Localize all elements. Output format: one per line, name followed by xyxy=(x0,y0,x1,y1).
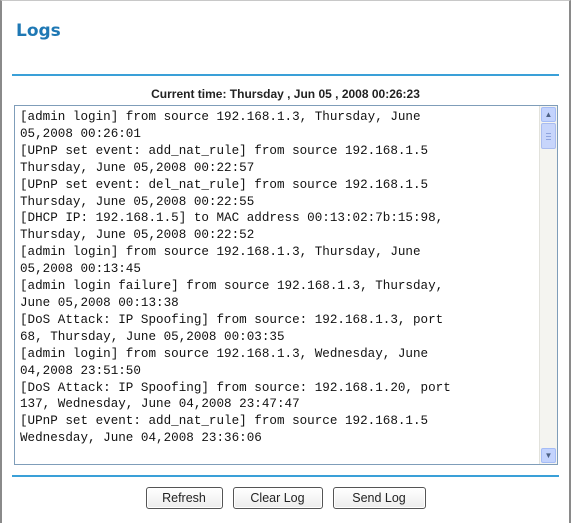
page-title: Logs xyxy=(16,21,61,41)
divider-top xyxy=(12,74,559,76)
log-line: Wednesday, June 04,2008 23:36:06 xyxy=(20,431,262,446)
scroll-up-icon[interactable]: ▲ xyxy=(541,107,556,122)
log-textarea[interactable]: [admin login] from source 192.168.1.3, T… xyxy=(14,105,558,465)
log-line: Thursday, June 05,2008 00:22:52 xyxy=(20,228,255,243)
log-line: [admin login failure] from source 192.16… xyxy=(20,279,444,294)
log-line: [admin login] from source 192.168.1.3, T… xyxy=(20,110,421,124)
scroll-down-icon[interactable]: ▼ xyxy=(541,448,556,463)
button-row: Refresh Clear Log Send Log xyxy=(2,487,569,509)
log-line: [DoS Attack: IP Spoofing] from source: 1… xyxy=(20,312,444,327)
log-line: [admin login] from source 192.168.1.3, T… xyxy=(20,245,421,260)
log-line: [DHCP IP: 192.168.1.5] to MAC address 00… xyxy=(20,211,444,226)
log-line: 68, Thursday, June 05,2008 00:03:35 xyxy=(20,329,285,344)
log-scrollbar[interactable]: ▲ ▼ xyxy=(539,106,557,464)
log-line: 04,2008 23:51:50 xyxy=(20,363,141,378)
log-line: Thursday, June 05,2008 00:22:57 xyxy=(20,160,255,175)
log-line: 137, Wednesday, June 04,2008 23:47:47 xyxy=(20,397,300,412)
log-line: 05,2008 00:26:01 xyxy=(20,126,141,141)
log-content: [admin login] from source 192.168.1.3, T… xyxy=(20,109,535,447)
log-line: Thursday, June 05,2008 00:22:55 xyxy=(20,194,255,209)
log-line: [UPnP set event: add_nat_rule] from sour… xyxy=(20,143,429,158)
log-line: [UPnP set event: del_nat_rule] from sour… xyxy=(20,177,429,192)
log-line: 05,2008 00:13:45 xyxy=(20,262,141,277)
log-line: [UPnP set event: add_nat_rule] from sour… xyxy=(20,414,429,429)
log-line: [admin login] from source 192.168.1.3, W… xyxy=(20,346,429,361)
current-time-label: Current time: Thursday , Jun 05 , 2008 0… xyxy=(151,87,420,101)
log-line: June 05,2008 00:13:38 xyxy=(20,295,179,310)
log-line: [DoS Attack: IP Spoofing] from source: 1… xyxy=(20,380,451,395)
divider-bottom xyxy=(12,475,559,477)
clear-log-button[interactable]: Clear Log xyxy=(232,487,323,509)
scroll-thumb[interactable] xyxy=(541,123,556,149)
send-log-button[interactable]: Send Log xyxy=(332,487,426,509)
refresh-button[interactable]: Refresh xyxy=(145,487,223,509)
logs-panel: Logs Current time: Thursday , Jun 05 , 2… xyxy=(0,0,571,523)
